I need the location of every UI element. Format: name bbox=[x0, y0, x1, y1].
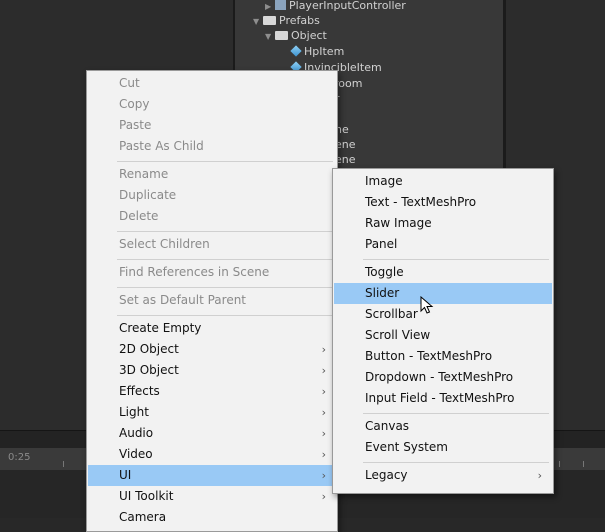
hierarchy-item[interactable]: ene bbox=[335, 152, 356, 167]
hierarchy-item[interactable]: HpItem bbox=[290, 44, 344, 59]
submenu-item-input-field-tmp[interactable]: Input Field - TextMeshPro bbox=[334, 388, 552, 409]
submenu-item-scrollbar[interactable]: Scrollbar bbox=[334, 304, 552, 325]
submenu-item-event-system[interactable]: Event System bbox=[334, 437, 552, 458]
menu-separator bbox=[117, 161, 333, 162]
menu-item-rename[interactable]: Rename bbox=[88, 164, 336, 185]
menu-item-ui[interactable]: UI › bbox=[88, 465, 336, 486]
folder-icon bbox=[263, 16, 276, 25]
context-menu: Cut Copy Paste Paste As Child Rename Dup… bbox=[86, 70, 338, 532]
menu-item-effects[interactable]: Effects › bbox=[88, 381, 336, 402]
menu-item-ui-toolkit[interactable]: UI Toolkit › bbox=[88, 486, 336, 507]
menu-item-cut[interactable]: Cut bbox=[88, 73, 336, 94]
timeline-ruler-label: 0:25 bbox=[8, 452, 31, 463]
menu-item-create-empty[interactable]: Create Empty bbox=[88, 318, 336, 339]
submenu-arrow-icon: › bbox=[321, 364, 326, 377]
script-icon bbox=[275, 0, 286, 10]
submenu-arrow-icon: › bbox=[321, 469, 326, 482]
menu-separator bbox=[117, 287, 333, 288]
submenu-item-legacy[interactable]: Legacy › bbox=[334, 465, 552, 486]
submenu-item-image[interactable]: Image bbox=[334, 171, 552, 192]
ruler-tick bbox=[63, 461, 64, 467]
menu-separator bbox=[117, 259, 333, 260]
mouse-pointer-icon bbox=[420, 296, 434, 314]
submenu-arrow-icon: › bbox=[321, 490, 326, 503]
menu-separator bbox=[117, 315, 333, 316]
hierarchy-item[interactable]: ▼ Prefabs bbox=[253, 13, 320, 28]
menu-item-2d-object[interactable]: 2D Object › bbox=[88, 339, 336, 360]
menu-item-paste[interactable]: Paste bbox=[88, 115, 336, 136]
menu-separator bbox=[363, 462, 549, 463]
hierarchy-item[interactable]: ▼ Object bbox=[265, 28, 327, 43]
expand-arrow-icon[interactable]: ▶ bbox=[265, 0, 275, 14]
hierarchy-item[interactable]: ▶ PlayerInputController bbox=[265, 0, 406, 13]
submenu-item-button-tmp[interactable]: Button - TextMeshPro bbox=[334, 346, 552, 367]
ruler-tick bbox=[559, 461, 560, 467]
submenu-arrow-icon: › bbox=[321, 448, 326, 461]
menu-item-set-default-parent[interactable]: Set as Default Parent bbox=[88, 290, 336, 311]
hierarchy-item[interactable]: ene bbox=[335, 137, 356, 152]
collapse-arrow-icon[interactable]: ▼ bbox=[265, 29, 275, 44]
menu-item-light[interactable]: Light › bbox=[88, 402, 336, 423]
submenu-item-scroll-view[interactable]: Scroll View bbox=[334, 325, 552, 346]
ruler-tick bbox=[583, 461, 584, 467]
submenu-arrow-icon: › bbox=[537, 469, 542, 482]
submenu-item-toggle[interactable]: Toggle bbox=[334, 262, 552, 283]
submenu-arrow-icon: › bbox=[321, 427, 326, 440]
menu-item-audio[interactable]: Audio › bbox=[88, 423, 336, 444]
prefab-cube-icon bbox=[290, 45, 302, 57]
menu-item-find-references[interactable]: Find References in Scene bbox=[88, 262, 336, 283]
menu-separator bbox=[363, 259, 549, 260]
hierarchy-item[interactable]: room bbox=[334, 76, 362, 91]
menu-item-3d-object[interactable]: 3D Object › bbox=[88, 360, 336, 381]
menu-item-delete[interactable]: Delete bbox=[88, 206, 336, 227]
menu-item-select-children[interactable]: Select Children bbox=[88, 234, 336, 255]
submenu-arrow-icon: › bbox=[321, 343, 326, 356]
menu-separator bbox=[363, 413, 549, 414]
ui-submenu: Image Text - TextMeshPro Raw Image Panel… bbox=[332, 168, 554, 494]
menu-item-copy[interactable]: Copy bbox=[88, 94, 336, 115]
submenu-item-dropdown-tmp[interactable]: Dropdown - TextMeshPro bbox=[334, 367, 552, 388]
submenu-arrow-icon: › bbox=[321, 406, 326, 419]
menu-separator bbox=[117, 231, 333, 232]
submenu-item-slider[interactable]: Slider bbox=[334, 283, 552, 304]
submenu-item-panel[interactable]: Panel bbox=[334, 234, 552, 255]
submenu-arrow-icon: › bbox=[321, 385, 326, 398]
menu-item-paste-as-child[interactable]: Paste As Child bbox=[88, 136, 336, 157]
menu-item-duplicate[interactable]: Duplicate bbox=[88, 185, 336, 206]
collapse-arrow-icon[interactable]: ▼ bbox=[253, 14, 263, 29]
submenu-item-raw-image[interactable]: Raw Image bbox=[334, 213, 552, 234]
folder-icon bbox=[275, 31, 288, 40]
submenu-item-text-tmp[interactable]: Text - TextMeshPro bbox=[334, 192, 552, 213]
submenu-item-canvas[interactable]: Canvas bbox=[334, 416, 552, 437]
menu-item-video[interactable]: Video › bbox=[88, 444, 336, 465]
